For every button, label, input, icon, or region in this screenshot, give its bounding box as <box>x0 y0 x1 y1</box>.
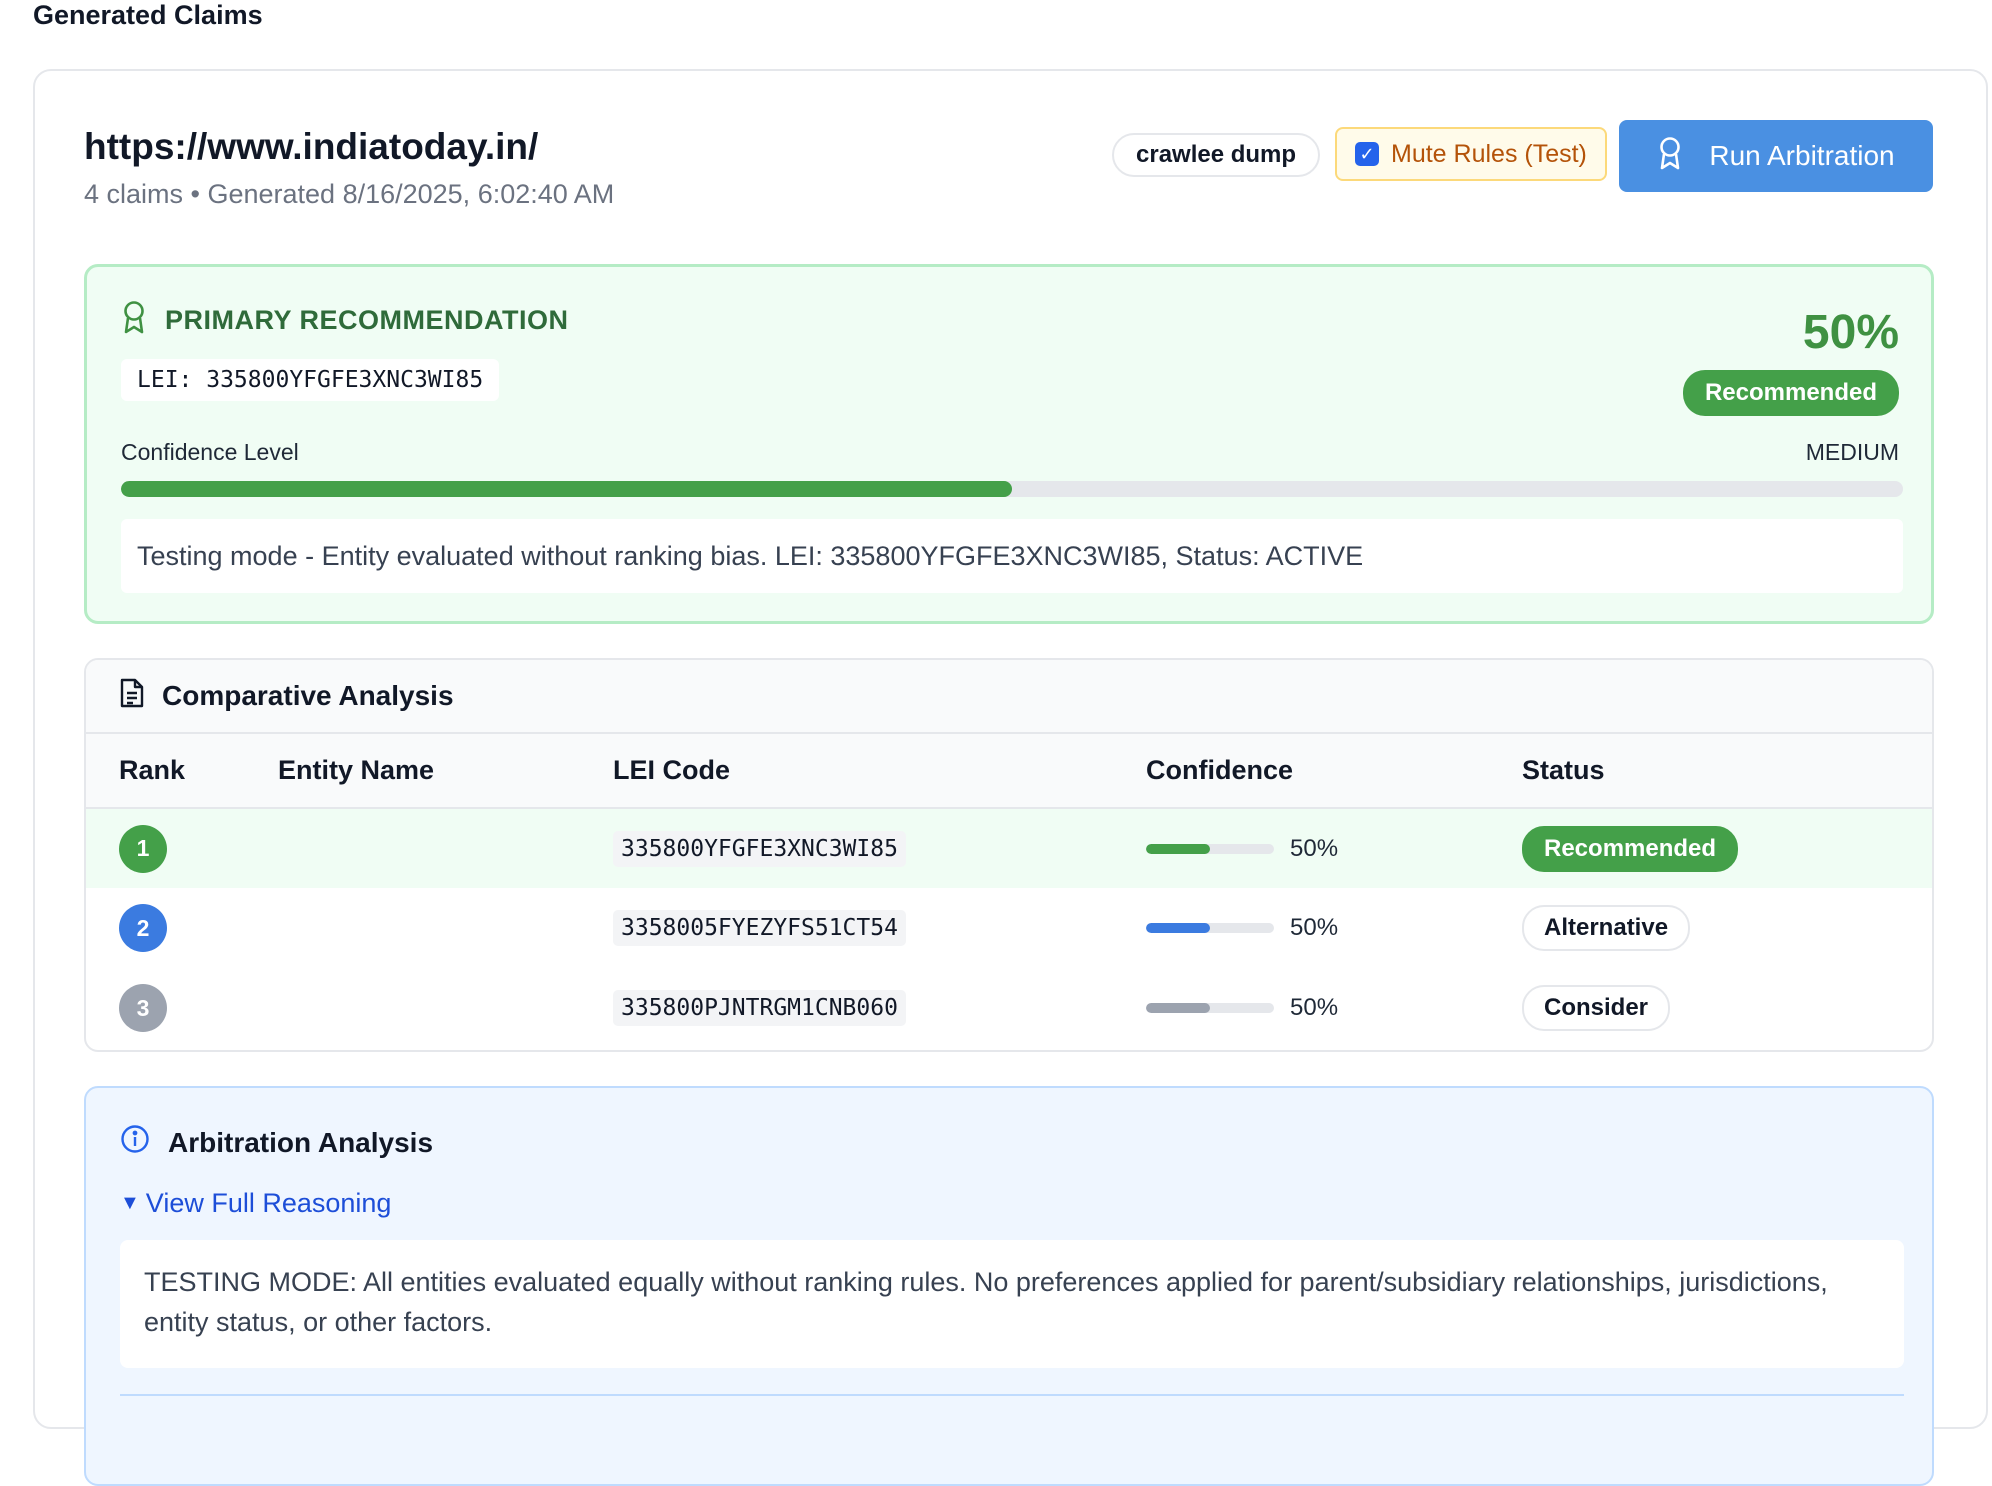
view-full-reasoning-label: View Full Reasoning <box>145 1188 392 1218</box>
confidence-value: 50% <box>1290 834 1339 862</box>
rank-badge: 2 <box>119 904 167 952</box>
rank-badge: 1 <box>119 824 167 873</box>
confidence-mini-bar <box>1146 923 1274 933</box>
status-badge: Consider <box>1522 985 1671 1031</box>
reasoning-text: TESTING MODE: All entities evaluated equ… <box>120 1240 1904 1368</box>
view-full-reasoning-toggle[interactable]: ▼ View Full Reasoning <box>120 1188 391 1219</box>
source-url: https://www.indiatoday.in/ <box>84 126 539 167</box>
source-pill: crawlee dump <box>1112 133 1321 177</box>
confidence-mini-fill <box>1146 1003 1210 1013</box>
divider <box>120 1394 1904 1396</box>
run-arbitration-label: Run Arbitration <box>1709 140 1895 171</box>
primary-status-badge: Recommended <box>1682 370 1899 416</box>
primary-lei: LEI: 335800YFGFE3XNC3WI85 <box>121 359 500 401</box>
lei-code: 3358005FYEZYFS51CT54 <box>613 910 906 946</box>
run-arbitration-button[interactable]: Run Arbitration <box>1619 120 1933 192</box>
primary-heading-label: PRIMARY RECOMMENDATION <box>165 305 569 335</box>
arbitration-title: Arbitration Analysis <box>168 1126 434 1158</box>
entity-name-cell <box>278 968 613 1048</box>
entity-name-cell <box>278 888 613 968</box>
confidence-label: Confidence Level <box>121 439 299 465</box>
confidence-cell: 50% <box>1146 835 1522 863</box>
confidence-mini-fill <box>1146 923 1210 933</box>
confidence-mini-bar <box>1146 1003 1274 1013</box>
comparison-table: Rank Entity Name LEI Code Confidence Sta… <box>86 734 1932 1048</box>
column-header-confidence[interactable]: Confidence <box>1146 734 1522 809</box>
confidence-mini-fill <box>1146 843 1210 854</box>
confidence-cell: 50% <box>1146 994 1522 1022</box>
status-badge: Recommended <box>1522 825 1739 872</box>
arbitration-heading: Arbitration Analysis <box>120 1124 433 1161</box>
primary-heading: PRIMARY RECOMMENDATION <box>121 300 569 341</box>
arbitration-analysis: Arbitration Analysis ▼ View Full Reasoni… <box>84 1086 1934 1486</box>
confidence-value: 50% <box>1290 994 1339 1021</box>
award-icon <box>121 300 147 341</box>
primary-recommendation: PRIMARY RECOMMENDATION LEI: 335800YFGFE3… <box>84 264 1934 624</box>
comparative-analysis: Comparative Analysis Rank Entity Name LE… <box>84 658 1934 1052</box>
lei-code: 335800PJNTRGM1CNB060 <box>613 990 906 1026</box>
confidence-cell: 50% <box>1146 914 1522 942</box>
info-icon <box>120 1124 150 1161</box>
confidence-level: MEDIUM <box>1805 439 1899 465</box>
column-header-status[interactable]: Status <box>1522 734 1932 809</box>
confidence-bar-fill <box>121 481 1012 497</box>
table-header-row: Rank Entity Name LEI Code Confidence Sta… <box>86 734 1932 809</box>
confidence-value: 50% <box>1290 914 1339 941</box>
triangle-down-icon: ▼ <box>120 1192 140 1214</box>
claims-meta: 4 claims • Generated 8/16/2025, 6:02:40 … <box>84 179 615 209</box>
entity-name-cell <box>278 808 613 888</box>
table-row[interactable]: 3 335800PJNTRGM1CNB060 50% Consider <box>86 968 1932 1048</box>
section-title: Generated Claims <box>33 0 263 30</box>
mute-rules-label: Mute Rules (Test) <box>1391 139 1587 168</box>
lei-code: 335800YFGFE3XNC3WI85 <box>613 830 906 867</box>
mute-rules-toggle[interactable]: ✓ Mute Rules (Test) <box>1335 127 1607 181</box>
table-row[interactable]: 1 335800YFGFE3XNC3WI85 50% Recommended <box>86 808 1932 888</box>
rank-badge: 3 <box>119 984 167 1032</box>
document-icon <box>120 678 144 715</box>
award-icon <box>1657 136 1683 177</box>
confidence-mini-bar <box>1146 843 1274 854</box>
confidence-bar <box>121 481 1903 497</box>
comparative-heading: Comparative Analysis <box>86 660 1932 734</box>
mute-rules-checkbox[interactable]: ✓ <box>1355 142 1379 166</box>
status-badge: Alternative <box>1522 905 1691 951</box>
column-header-entity-name[interactable]: Entity Name <box>278 734 613 809</box>
comparative-title: Comparative Analysis <box>162 680 454 711</box>
primary-note: Testing mode - Entity evaluated without … <box>121 519 1903 593</box>
primary-percent: 50% <box>1802 306 1899 359</box>
claims-card: https://www.indiatoday.in/ 4 claims • Ge… <box>33 69 1988 1486</box>
column-header-lei-code[interactable]: LEI Code <box>613 734 1146 809</box>
column-header-rank[interactable]: Rank <box>86 734 278 809</box>
table-row[interactable]: 2 3358005FYEZYFS51CT54 50% Alternative <box>86 888 1932 968</box>
